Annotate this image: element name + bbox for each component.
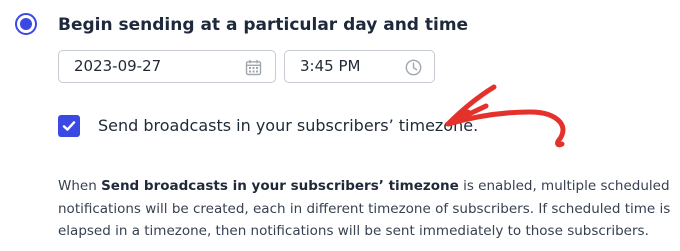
help-text-prefix: When [58,178,102,194]
red-arrow-icon [445,84,566,148]
help-text-emphasis: Send broadcasts in your subscribers’ tim… [101,178,459,194]
date-input[interactable]: 2023-09-27 [58,50,276,83]
date-input-value: 2023-09-27 [74,57,162,75]
timezone-checkbox-label[interactable]: Send broadcasts in your subscribers’ tim… [98,114,478,138]
clock-icon[interactable] [405,59,422,76]
schedule-settings-panel: Begin sending at a particular day and ti… [0,0,680,251]
timezone-help-text: When Send broadcasts in your subscribers… [58,175,673,243]
checkmark-icon [62,121,76,131]
schedule-radio-button[interactable] [15,13,37,35]
calendar-icon[interactable] [245,59,262,76]
time-input[interactable]: 3:45 PM [284,50,435,83]
time-input-value: 3:45 PM [300,57,361,75]
schedule-radio-label: Begin sending at a particular day and ti… [58,15,469,35]
timezone-checkbox[interactable] [58,115,80,137]
